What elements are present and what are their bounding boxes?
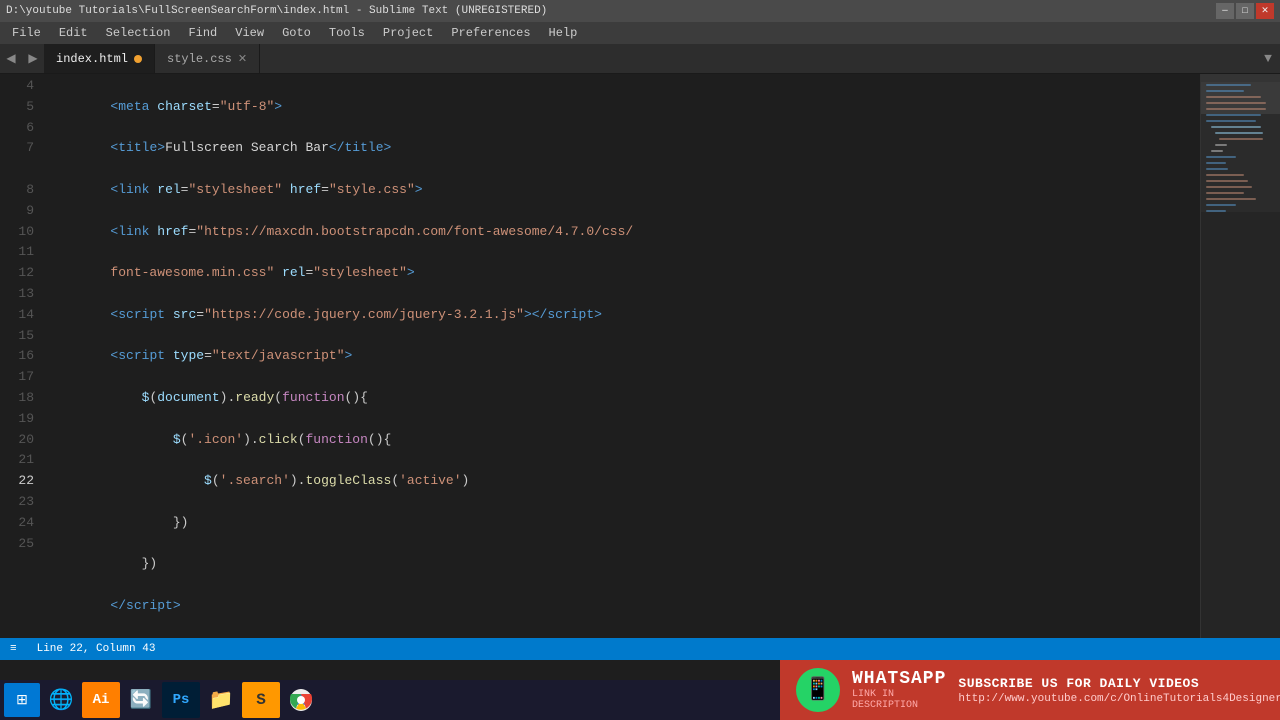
taskbar-illustrator[interactable]: Ai [82,682,120,718]
code-line-7a: <link href="https://maxcdn.bootstrapcdn.… [48,222,1200,243]
code-line-15: </script> [48,596,1200,617]
maximize-button[interactable]: □ [1236,3,1254,19]
line-num-10: 10 [0,222,34,243]
line-num-5: 5 [0,97,34,118]
tab-bar: ◀ ▶ index.html style.css ✕ ▼ [0,44,1280,74]
code-line-10: $(document).ready(function(){ [48,388,1200,409]
notification-subtitle: http://www.youtube.com/c/OnlineTutorials… [958,693,1280,705]
line-number-gutter: 4 5 6 7 8 9 10 11 12 13 14 15 16 17 18 1… [0,74,40,638]
status-icon: ≡ [10,643,17,655]
tab-index-html-label: index.html [56,52,128,66]
close-button[interactable]: ✕ [1256,3,1274,19]
code-line-14: }) [48,554,1200,575]
tab-nav-right[interactable]: ▶ [22,44,44,73]
code-line-6: <link rel="stylesheet" href="style.css"> [48,180,1200,201]
whatsapp-brand: WHATSAPP [852,669,946,689]
line-num-25: 25 [0,534,34,555]
line-num-11: 11 [0,242,34,263]
menu-bar: File Edit Selection Find View Goto Tools… [0,22,1280,44]
menu-preferences[interactable]: Preferences [443,24,538,42]
tab-nav-left[interactable]: ◀ [0,44,22,73]
tab-spacer [260,44,1256,73]
line-num-9: 9 [0,201,34,222]
menu-view[interactable]: View [227,24,272,42]
line-num-7b [0,159,34,180]
code-line-11: $('.icon').click(function(){ [48,430,1200,451]
line-num-16: 16 [0,346,34,367]
line-num-14: 14 [0,305,34,326]
code-line-7b: font-awesome.min.css" rel="stylesheet"> [48,263,1200,284]
taskbar: ⊞ 🌐 Ai 🔄 Ps 📁 S 📱 WHATSAPP LINK IN DESCR… [0,680,1280,720]
taskbar-explorer[interactable]: 📁 [202,682,240,718]
tab-style-css-label: style.css [167,52,232,66]
notification-main: SUBSCRIBE US FOR DAILY VIDEOS http://www… [958,676,1280,705]
tab-index-html[interactable]: index.html [44,44,155,73]
tab-modified-indicator [134,55,142,63]
taskbar-chrome[interactable] [282,682,320,718]
notification-text: WHATSAPP LINK IN DESCRIPTION [852,669,946,711]
notification-bar: 📱 WHATSAPP LINK IN DESCRIPTION SUBSCRIBE… [780,660,1280,720]
line-num-22: 22 [0,471,34,492]
line-num-21: 21 [0,450,34,471]
line-num-4: 4 [0,76,34,97]
tab-style-css[interactable]: style.css ✕ [155,44,260,73]
line-num-15: 15 [0,326,34,347]
menu-find[interactable]: Find [180,24,225,42]
window-controls[interactable]: ─ □ ✕ [1216,3,1274,19]
tab-style-css-close[interactable]: ✕ [238,52,247,66]
line-num-13: 13 [0,284,34,305]
taskbar-photoshop[interactable]: Ps [162,682,200,718]
code-line-8: <script src="https://code.jquery.com/jqu… [48,305,1200,326]
line-num-17: 17 [0,367,34,388]
notification-title: SUBSCRIBE US FOR DAILY VIDEOS [958,676,1280,691]
window-title: D:\youtube Tutorials\FullScreenSearchFor… [6,5,1216,17]
title-bar: D:\youtube Tutorials\FullScreenSearchFor… [0,0,1280,22]
menu-edit[interactable]: Edit [51,24,96,42]
line-num-6: 6 [0,118,34,139]
notification-link-label: LINK IN DESCRIPTION [852,689,946,711]
code-line-9: <script type="text/javascript"> [48,346,1200,367]
line-num-23: 23 [0,492,34,513]
code-line-13: }) [48,513,1200,534]
editor-area: 4 5 6 7 8 9 10 11 12 13 14 15 16 17 18 1… [0,74,1280,638]
status-position: Line 22, Column 43 [37,643,156,655]
menu-file[interactable]: File [4,24,49,42]
line-num-7: 7 [0,138,34,159]
tab-dropdown-button[interactable]: ▼ [1256,44,1280,73]
line-num-18: 18 [0,388,34,409]
line-num-20: 20 [0,430,34,451]
whatsapp-icon: 📱 [796,668,840,712]
taskbar-ie[interactable]: 🌐 [42,682,80,718]
status-bar: ≡ Line 22, Column 43 [0,638,1280,660]
code-line-5: <title>Fullscreen Search Bar</title> [48,138,1200,159]
start-button[interactable]: ⊞ [4,683,40,717]
code-line-4: <meta charset="utf-8"> [48,97,1200,118]
line-num-19: 19 [0,409,34,430]
menu-selection[interactable]: Selection [98,24,179,42]
taskbar-sublime[interactable]: S [242,682,280,718]
menu-help[interactable]: Help [541,24,586,42]
menu-project[interactable]: Project [375,24,441,42]
line-num-24: 24 [0,513,34,534]
line-num-12: 12 [0,263,34,284]
code-editor[interactable]: <meta charset="utf-8"> <title>Fullscreen… [40,74,1200,638]
minimap[interactable] [1200,74,1280,638]
code-line-12: $('.search').toggleClass('active') [48,471,1200,492]
menu-tools[interactable]: Tools [321,24,373,42]
taskbar-app3[interactable]: 🔄 [122,682,160,718]
line-num-8: 8 [0,180,34,201]
minimize-button[interactable]: ─ [1216,3,1234,19]
menu-goto[interactable]: Goto [274,24,319,42]
